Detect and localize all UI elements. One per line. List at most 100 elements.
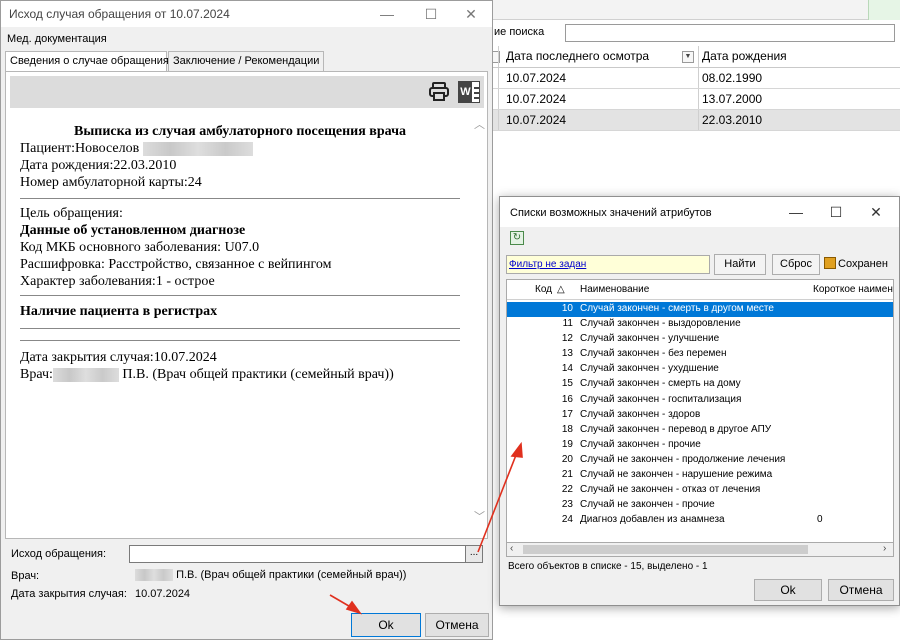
divider	[20, 198, 460, 199]
list-cell-name: Диагноз добавлен из анамнеза	[580, 514, 725, 526]
dialog-title-bar: Списки возможных значений атрибутов — ☐ …	[500, 197, 899, 227]
list-item[interactable]: 23 Случай не закончен - прочие	[507, 498, 893, 513]
list-item[interactable]: 16 Случай закончен - госпитализация	[507, 393, 893, 408]
document-closing-date: Дата закрытия случая:10.07.2024	[20, 350, 217, 365]
document-view: Выписка из случая амбулаторного посещени…	[10, 110, 470, 534]
maximize-button[interactable]: ☐	[816, 201, 856, 223]
maximize-button[interactable]: ☐	[411, 3, 451, 25]
list-item[interactable]: 14 Случай закончен - ухудшение	[507, 362, 893, 377]
scroll-right-icon[interactable]: ›	[883, 543, 886, 554]
list-cell-code: 22	[561, 484, 573, 496]
list-cell-name: Случай не закончен - продолжение лечения	[580, 453, 786, 465]
reset-button[interactable]: Сброс	[772, 254, 820, 275]
tab-conclusion[interactable]: Заключение / Рекомендации	[168, 51, 324, 71]
patients-table: Дата последнего осмотра ▼ Дата рождения …	[490, 46, 900, 131]
document-doctor: Врач: П.В. (Врач общей практики (семейны…	[20, 367, 394, 383]
list-cell-name: Случай закончен - смерть в другом месте	[580, 303, 774, 314]
attribute-values-dialog: Списки возможных значений атрибутов — ☐ …	[499, 196, 900, 606]
list-item[interactable]: 24 Диагноз добавлен из анамнеза 0	[507, 513, 893, 528]
background-search-label: ие поиска	[494, 26, 545, 38]
scrollbar-thumb[interactable]	[523, 545, 808, 554]
list-item[interactable]: 20 Случай не закончен - продолжение лечен…	[507, 453, 893, 468]
list-item[interactable]: 21 Случай не закончен - нарушение режима	[507, 468, 893, 483]
close-button[interactable]: ✕	[856, 201, 896, 223]
column-header-birth-date[interactable]: Дата рождения	[702, 49, 787, 63]
list-item[interactable]: 11 Случай закончен - выздоровление	[507, 317, 893, 332]
grid-horizontal-scrollbar[interactable]: ‹ ›	[506, 543, 894, 557]
list-cell-code: 24	[561, 514, 573, 526]
refresh-icon[interactable]: ↻	[510, 231, 524, 245]
scroll-left-icon[interactable]: ‹	[510, 543, 513, 554]
column-header-code[interactable]: Код	[535, 284, 552, 295]
document-mkb-code: Код МКБ основного заболевания: U07.0	[20, 240, 260, 255]
list-item[interactable]: 12 Случай закончен - улучшение	[507, 332, 893, 347]
save-button[interactable]: Сохранен	[824, 254, 888, 275]
column-header-last-exam[interactable]: Дата последнего осмотра	[506, 49, 649, 63]
doctor-value: П.В. (Врач общей практики (семейный врач…	[135, 569, 407, 582]
values-grid-body: 10 Случай закончен - смерть в другом мест…	[507, 302, 893, 528]
list-cell-short: 0	[817, 514, 823, 526]
filter-link[interactable]: Фильтр не задан	[509, 259, 586, 270]
column-filter-button[interactable]: ▼	[682, 51, 694, 63]
background-green-button[interactable]	[868, 0, 900, 20]
scroll-down-icon[interactable]: ﹀	[474, 512, 485, 523]
table-row[interactable]: 10.07.2024 22.03.2010	[490, 110, 900, 131]
doctor-label: Врач:	[11, 570, 40, 582]
list-cell-name: Случай закончен - перевод в другое АПУ	[580, 423, 772, 435]
patients-table-header: Дата последнего осмотра ▼ Дата рождения	[490, 46, 900, 68]
list-cell-name: Случай закончен - выздоровление	[580, 318, 741, 330]
print-icon[interactable]	[428, 82, 450, 102]
table-cell: 10.07.2024	[506, 71, 567, 85]
values-grid: Код △ Наименование Короткое наимено 10 Сл…	[506, 279, 894, 543]
document-decoding: Расшифровка: Расстройство, связанное с в…	[20, 257, 332, 272]
list-item[interactable]: 10 Случай закончен - смерть в другом мест…	[507, 302, 893, 318]
cancel-button[interactable]: Отмена	[425, 613, 489, 637]
close-button[interactable]: ✕	[451, 3, 491, 25]
column-header-short-name[interactable]: Короткое наимено	[813, 284, 893, 295]
document-purpose: Цель обращения:	[20, 206, 123, 221]
list-cell-code: 18	[561, 423, 573, 435]
closing-date-value: 10.07.2024	[135, 588, 191, 600]
list-item[interactable]: 15 Случай закончен - смерть на дому	[507, 377, 893, 392]
filter-field[interactable]: Фильтр не задан	[506, 255, 710, 274]
ok-button[interactable]: Ok	[351, 613, 421, 637]
word-export-icon[interactable]: W	[458, 81, 480, 103]
minimize-button[interactable]: —	[776, 201, 816, 223]
document-heading: Выписка из случая амбулаторного посещени…	[74, 124, 406, 139]
tab-case-info[interactable]: Сведения о случае обращения	[5, 51, 169, 72]
list-item[interactable]: 13 Случай закончен - без перемен	[507, 347, 893, 362]
closing-date-label: Дата закрытия случая:	[11, 588, 127, 600]
dialog-title-bar: Исход случая обращения от 10.07.2024 — ☐…	[1, 1, 492, 27]
table-row[interactable]: 10.07.2024 13.07.2000	[490, 89, 900, 110]
table-row[interactable]: 10.07.2024 08.02.1990	[490, 68, 900, 89]
exodus-input[interactable]	[129, 545, 483, 563]
list-cell-name: Случай закончен - прочие	[580, 438, 701, 450]
find-button[interactable]: Найти	[714, 254, 766, 275]
table-cell: 10.07.2024	[506, 113, 567, 127]
document-scrollbar[interactable]: ︿ ﹀	[472, 112, 486, 532]
patient-name: Пациент:Новоселов	[20, 141, 140, 156]
list-cell-code: 15	[561, 378, 573, 390]
doctor-value-text: П.В. (Врач общей практики (семейный врач…	[176, 569, 407, 581]
column-header-name[interactable]: Наименование	[580, 284, 649, 295]
list-cell-name: Случай закончен - здоров	[580, 408, 701, 420]
list-item[interactable]: 22 Случай не закончен - отказ от лечения	[507, 483, 893, 498]
list-item[interactable]: 18 Случай закончен - перевод в другое АПУ	[507, 423, 893, 438]
minimize-button[interactable]: —	[367, 3, 407, 25]
document-patient: Пациент:Новоселов	[20, 141, 253, 157]
cancel-button[interactable]: Отмена	[828, 579, 894, 601]
list-cell-name: Случай закончен - без перемен	[580, 348, 727, 360]
exodus-label: Исход обращения:	[11, 548, 107, 560]
menu-med-documentation[interactable]: Мед. документация	[7, 33, 107, 45]
list-cell-name: Случай закончен - улучшение	[580, 333, 720, 345]
ok-button[interactable]: Ok	[754, 579, 822, 601]
list-item[interactable]: 19 Случай закончен - прочие	[507, 438, 893, 453]
sort-ascending-icon[interactable]: △	[557, 284, 565, 295]
list-item[interactable]: 17 Случай закончен - здоров	[507, 408, 893, 423]
list-cell-code: 16	[561, 393, 573, 405]
values-grid-header: Код △ Наименование Короткое наимено	[507, 280, 893, 300]
scroll-up-icon[interactable]: ︿	[474, 120, 485, 131]
exodus-select-button[interactable]: ...	[465, 545, 483, 563]
divider	[20, 328, 460, 329]
background-search-input[interactable]	[565, 24, 895, 42]
